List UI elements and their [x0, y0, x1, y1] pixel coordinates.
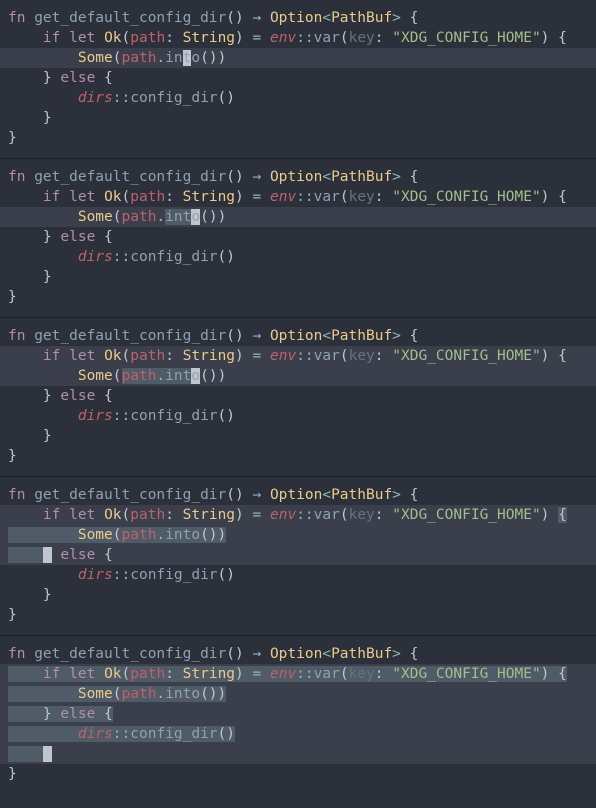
code-line[interactable]: } — [0, 744, 596, 764]
code-line[interactable]: } — [0, 108, 596, 128]
code-line[interactable]: Some(path.into()) — [0, 48, 596, 68]
code-line[interactable]: fn get_default_config_dir() → Option<Pat… — [0, 326, 596, 346]
code-block[interactable]: fn get_default_config_dir() → Option<Pat… — [0, 0, 596, 158]
code-line[interactable]: } else { — [0, 704, 596, 724]
code-line[interactable]: if let Ok(path: String) = env::var(key: … — [0, 664, 596, 684]
code-line[interactable]: dirs::config_dir() — [0, 247, 596, 267]
code-line[interactable]: } — [0, 267, 596, 287]
code-line[interactable]: } — [0, 446, 596, 466]
code-line[interactable]: dirs::config_dir() — [0, 565, 596, 585]
code-line[interactable]: fn get_default_config_dir() → Option<Pat… — [0, 167, 596, 187]
code-line[interactable]: Some(path.into()) — [0, 525, 596, 545]
code-line[interactable]: } else { — [0, 545, 596, 565]
code-line[interactable]: if let Ok(path: String) = env::var(key: … — [0, 187, 596, 207]
code-line[interactable]: } — [0, 128, 596, 148]
code-line[interactable]: dirs::config_dir() — [0, 724, 596, 744]
code-block[interactable]: fn get_default_config_dir() → Option<Pat… — [0, 476, 596, 635]
code-editor-stack: fn get_default_config_dir() → Option<Pat… — [0, 0, 596, 794]
code-block[interactable]: fn get_default_config_dir() → Option<Pat… — [0, 158, 596, 317]
code-line[interactable]: Some(path.into()) — [0, 366, 596, 386]
code-line[interactable]: dirs::config_dir() — [0, 406, 596, 426]
code-block[interactable]: fn get_default_config_dir() → Option<Pat… — [0, 317, 596, 476]
code-line[interactable]: fn get_default_config_dir() → Option<Pat… — [0, 644, 596, 664]
code-line[interactable]: fn get_default_config_dir() → Option<Pat… — [0, 8, 596, 28]
code-line[interactable]: Some(path.into()) — [0, 684, 596, 704]
code-line[interactable]: if let Ok(path: String) = env::var(key: … — [0, 505, 596, 525]
code-line[interactable]: if let Ok(path: String) = env::var(key: … — [0, 28, 596, 48]
code-line[interactable]: dirs::config_dir() — [0, 88, 596, 108]
code-line[interactable]: } else { — [0, 386, 596, 406]
code-line[interactable]: } else { — [0, 68, 596, 88]
code-line[interactable]: } — [0, 605, 596, 625]
code-block[interactable]: fn get_default_config_dir() → Option<Pat… — [0, 635, 596, 794]
code-line[interactable]: } — [0, 764, 596, 784]
code-line[interactable]: } else { — [0, 227, 596, 247]
code-line[interactable]: } — [0, 287, 596, 307]
code-line[interactable]: if let Ok(path: String) = env::var(key: … — [0, 346, 596, 366]
code-line[interactable]: fn get_default_config_dir() → Option<Pat… — [0, 485, 596, 505]
code-line[interactable]: } — [0, 585, 596, 605]
code-line[interactable]: } — [0, 426, 596, 446]
code-line[interactable]: Some(path.into()) — [0, 207, 596, 227]
